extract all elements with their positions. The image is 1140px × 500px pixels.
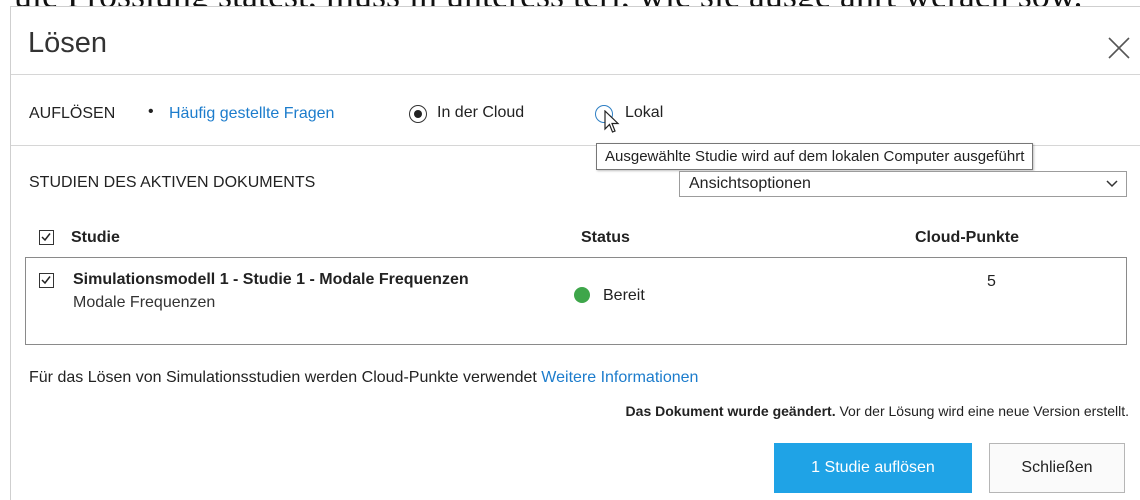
view-options-value: Ansichtsoptionen: [689, 175, 811, 192]
local-radio-label[interactable]: Lokal: [625, 104, 663, 122]
view-options-dropdown[interactable]: Ansichtsoptionen: [679, 171, 1127, 197]
dialog-title: Lösen: [28, 27, 108, 59]
nav-separator: •: [148, 103, 154, 120]
more-info-link[interactable]: Weitere Informationen: [541, 369, 698, 386]
cloud-points-info: Für das Lösen von Simulationsstudien wer…: [29, 369, 698, 387]
close-icon: [1108, 37, 1130, 59]
notice-text: Vor der Lösung wird eine neue Version er…: [835, 403, 1129, 419]
status-ready-icon: [574, 287, 590, 303]
study-subtitle: Modale Frequenzen: [73, 294, 216, 311]
mouse-cursor-icon: [604, 110, 620, 133]
checkmark-icon: [41, 276, 51, 285]
checkmark-icon: [41, 233, 51, 242]
study-checkbox[interactable]: [39, 273, 54, 288]
close-button[interactable]: [1100, 29, 1134, 63]
cloud-radio-label[interactable]: In der Cloud: [437, 104, 524, 122]
solve-study-button[interactable]: 1 Studie auflösen: [774, 443, 972, 493]
column-header-study[interactable]: Studie: [71, 229, 120, 247]
section-title: STUDIEN DES AKTIVEN DOKUMENTS: [29, 174, 316, 191]
notice-bold: Das Dokument wurde geändert.: [625, 403, 836, 419]
column-header-cloud-points[interactable]: Cloud-Punkte: [915, 229, 1019, 247]
cloud-radio[interactable]: [409, 105, 427, 123]
local-tooltip: Ausgewählte Studie wird auf dem lokalen …: [596, 143, 1034, 170]
cloud-points-value: 5: [987, 273, 996, 290]
study-title: Simulationsmodell 1 - Studie 1 - Modale …: [73, 271, 469, 288]
solve-dialog: Lösen AUFLÖSEN • Häufig gestellte Fragen…: [10, 6, 1140, 500]
header-divider: [11, 74, 1140, 75]
column-header-status[interactable]: Status: [581, 229, 630, 247]
document-changed-notice: Das Dokument wurde geändert. Vor der Lös…: [626, 403, 1129, 419]
resolve-label: AUFLÖSEN: [29, 105, 116, 122]
info-text: Für das Lösen von Simulationsstudien wer…: [29, 369, 537, 386]
close-dialog-button[interactable]: Schließen: [989, 443, 1125, 493]
chevron-down-icon: [1106, 180, 1118, 188]
select-all-checkbox[interactable]: [39, 230, 54, 245]
status-text: Bereit: [603, 287, 645, 304]
faq-link[interactable]: Häufig gestellte Fragen: [169, 105, 334, 123]
